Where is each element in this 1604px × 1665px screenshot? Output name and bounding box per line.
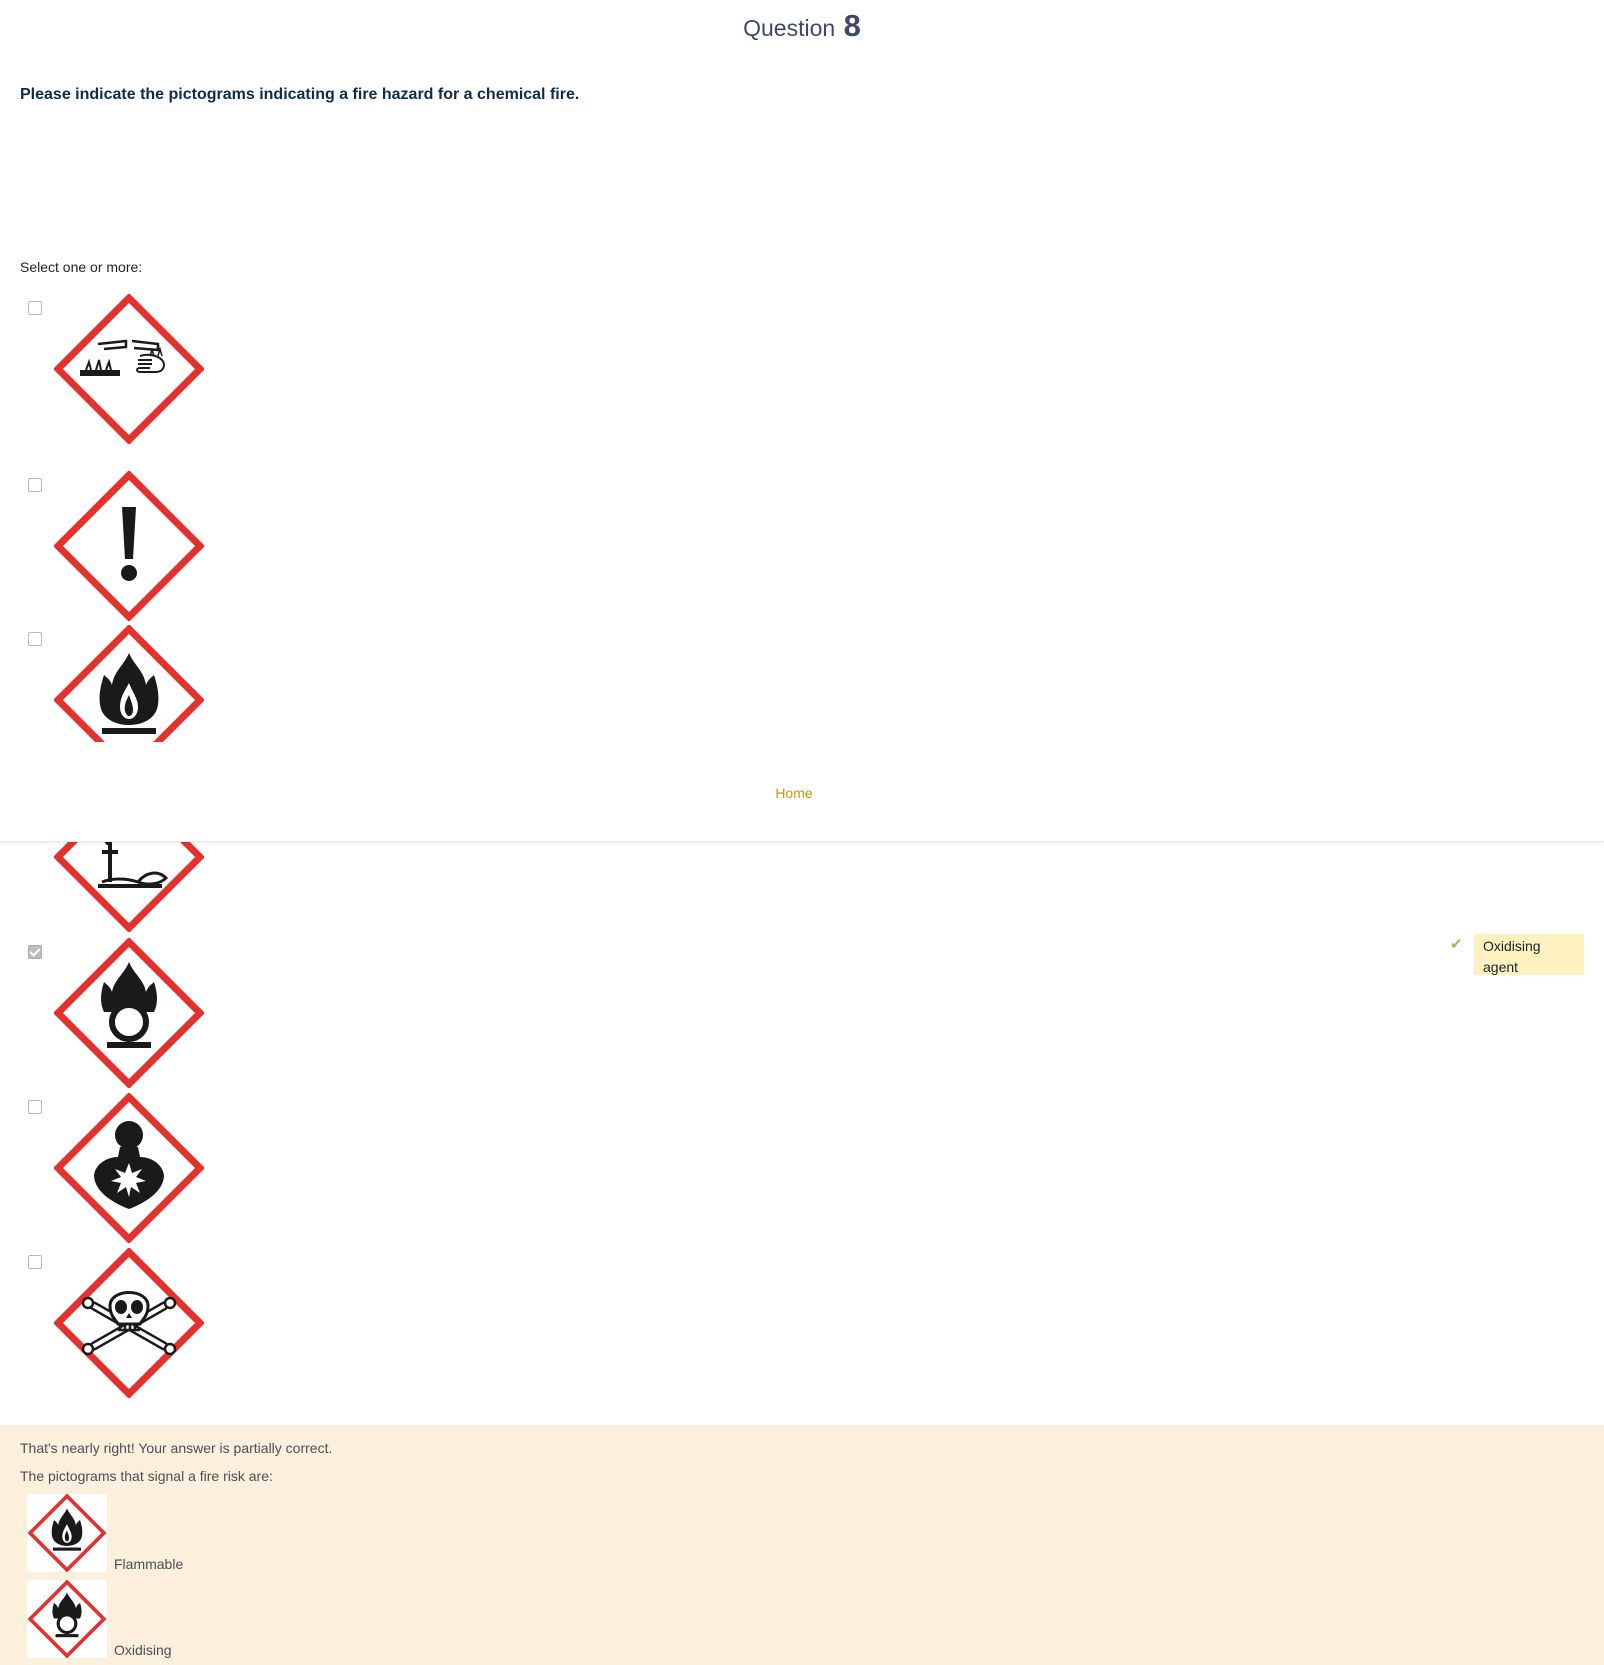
answer-option-toxic[interactable]: [0, 1248, 1604, 1403]
option-checkbox[interactable]: [28, 632, 42, 646]
question-number: 8: [843, 8, 861, 43]
feedback-item-label: Flammable: [114, 1556, 184, 1572]
sticky-navbar: Home: [0, 742, 1604, 842]
exclamation-pictogram-icon: [54, 471, 204, 621]
home-link[interactable]: Home: [0, 785, 1588, 801]
oxidising-pictogram-icon: [54, 938, 204, 1088]
answer-prompt: Select one or more:: [20, 259, 143, 275]
answer-option-corrosive[interactable]: [0, 294, 1604, 449]
oxidising-pictogram-icon: [28, 1580, 106, 1658]
answer-option-oxidising[interactable]: [0, 938, 1604, 1093]
feedback-item-label: Oxidising: [114, 1642, 172, 1658]
answer-option-exclamation[interactable]: [0, 471, 1604, 626]
option-checkbox[interactable]: [28, 478, 42, 492]
feedback-panel: That's nearly right! Your answer is part…: [0, 1425, 1604, 1665]
question-text: Please indicate the pictograms indicatin…: [20, 86, 580, 103]
correct-answer-label: Oxidising agent: [1474, 934, 1584, 975]
option-checkbox[interactable]: [28, 301, 42, 315]
question-label: Question: [743, 15, 836, 41]
answer-option-health-hazard[interactable]: [0, 1093, 1604, 1248]
toxic-pictogram-icon: [54, 1248, 204, 1398]
option-checkbox-checked[interactable]: [28, 945, 42, 959]
feedback-summary: That's nearly right! Your answer is part…: [20, 1440, 333, 1456]
health-hazard-pictogram-icon: [54, 1093, 204, 1243]
option-checkbox[interactable]: [28, 1100, 42, 1114]
question-header: Question 8: [0, 8, 1604, 44]
feedback-intro: The pictograms that signal a fire risk a…: [20, 1468, 273, 1484]
corrosive-pictogram-icon: [54, 294, 204, 444]
check-icon: ✔: [1450, 936, 1463, 953]
flammable-pictogram-icon: [28, 1494, 106, 1572]
option-checkbox[interactable]: [28, 1255, 42, 1269]
